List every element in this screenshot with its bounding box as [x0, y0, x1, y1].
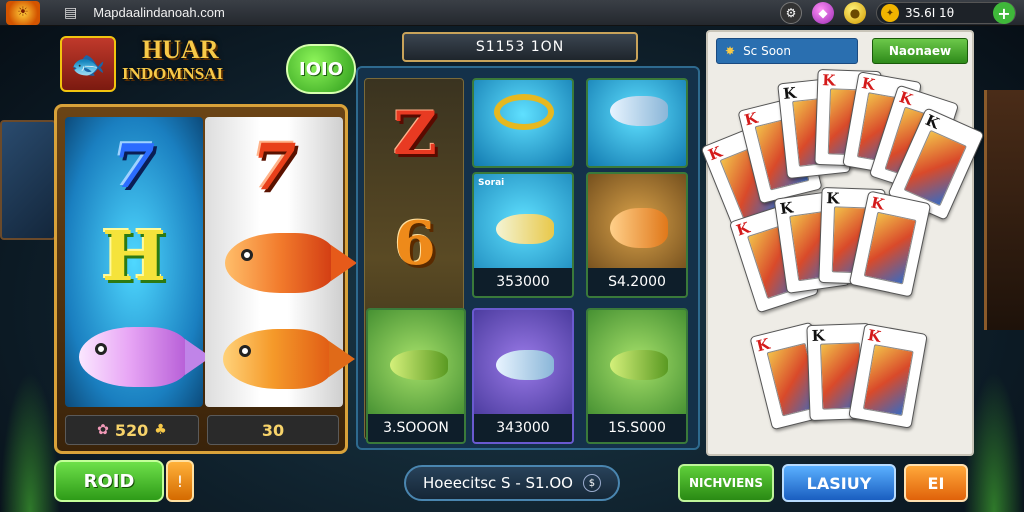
card-search-text: Sc Soon — [743, 44, 791, 58]
balance-pill: ✦ 3S.6I 1θ + — [876, 2, 1016, 24]
reel-symbol-h: H — [101, 217, 167, 297]
purple-fish-icon — [496, 350, 554, 380]
clover-icon: ♣ — [154, 422, 167, 438]
card-action-button[interactable]: Naonaew — [872, 38, 968, 64]
number-symbol-six: 6 — [394, 209, 436, 279]
settings-icon[interactable]: ⚙ — [780, 2, 802, 24]
level-badge[interactable]: IOIO — [286, 44, 356, 94]
reel-symbol-seven-red: 7 — [251, 129, 297, 205]
bet-selector[interactable]: Hoeecitsc S - S1.OO $ — [404, 465, 620, 501]
lastly-button[interactable]: LASIUY — [782, 464, 896, 502]
tile-value: S4.2000 — [588, 268, 686, 296]
sun-logo-icon[interactable]: ☀ — [6, 0, 40, 25]
tile-sorai[interactable]: Sorai 353000 — [472, 172, 574, 298]
coin-icon[interactable]: ● — [844, 2, 866, 24]
spin-button[interactable]: ROID — [54, 460, 164, 502]
flower-icon: ✿ — [97, 422, 109, 438]
tile-value: 3.SOOON — [368, 414, 464, 442]
balance-value: 3S.6I 1θ — [905, 6, 955, 20]
tile-value: 343000 — [474, 414, 572, 442]
bet-selector-label: Hoeecitsc S - S1.OO — [423, 474, 573, 492]
dollar-icon[interactable]: $ — [582, 474, 601, 492]
orange-fish-icon — [223, 329, 355, 389]
arcade-machine-right — [984, 90, 1024, 330]
tuna-icon — [610, 96, 668, 126]
gem-icon[interactable]: ◆ — [812, 2, 834, 24]
tile-value: 353000 — [474, 268, 572, 296]
top-bar: ☀ ▤ Mapdaalindanoah.com ⚙ ◆ ● ✦ 3S.6I 1θ… — [0, 0, 1024, 26]
grid-menu-icon[interactable]: ▤ — [64, 5, 77, 21]
achievements-button[interactable]: NICHVIENS — [678, 464, 774, 502]
number-symbol-z: Z — [393, 99, 437, 169]
win-counter-value: 520 — [114, 420, 149, 440]
site-url[interactable]: Mapdaalindanoah.com — [93, 5, 225, 20]
reel-symbol-seven-blue: 7 — [113, 132, 155, 202]
coin-fish-icon — [390, 350, 448, 380]
game-logo-icon[interactable]: 🐟 — [60, 36, 116, 92]
top-right-controls: ⚙ ◆ ● ✦ 3S.6I 1θ + — [780, 2, 1016, 24]
arcade-machine-left — [0, 120, 56, 240]
tile-coin-fish[interactable]: 3.SOOON — [366, 308, 466, 444]
star-icon: ✸ — [725, 44, 736, 58]
tile-value: 1S.S000 — [588, 414, 686, 442]
add-balance-button[interactable]: + — [993, 2, 1015, 24]
card-search[interactable]: ✸ Sc Soon — [716, 38, 858, 64]
bet-counter: 30 — [207, 415, 339, 445]
card-panel: ✸ Sc Soon Naonaew K K K K K K K K K K K … — [700, 30, 985, 456]
slot-machine: 7 H 7 ✿ 520 ♣ 30 — [54, 104, 357, 454]
info-button[interactable]: ! — [166, 460, 194, 502]
tile-tag: Sorai — [478, 178, 505, 188]
tile-purple-fish[interactable]: 343000 — [472, 308, 574, 444]
red-fish-icon — [225, 233, 357, 293]
fishing-fish-icon — [496, 214, 554, 244]
reel-2: 7 — [205, 117, 357, 407]
tile-green-fish[interactable]: 1S.S000 — [586, 308, 688, 444]
fish-grid: Z 6 Sorai 353000 S4.2000 3.SOOON 343000 … — [356, 66, 700, 450]
gold-bag-icon: ✦ — [881, 4, 899, 22]
jackpot-banner: S1153 1ON — [402, 32, 638, 62]
bet-counter-value: 30 — [261, 420, 285, 440]
win-counter: ✿ 520 ♣ — [65, 415, 199, 445]
game-title-line1: HUAR — [142, 35, 219, 64]
exit-button[interactable]: EI — [904, 464, 968, 502]
game-title: HUAR INDOMNSAI — [122, 35, 282, 90]
plant-left — [0, 372, 60, 512]
catfish-icon — [610, 208, 668, 248]
tile-tuna[interactable] — [586, 78, 688, 168]
game-title-line2: INDOMNSAI — [122, 64, 224, 83]
reel-1: 7 H — [65, 117, 211, 407]
green-fish-icon — [610, 350, 668, 380]
purple-fish-icon — [79, 327, 211, 387]
tile-golden-hook[interactable] — [472, 78, 574, 168]
golden-hook-icon — [494, 94, 554, 130]
tile-catfish[interactable]: S4.2000 — [586, 172, 688, 298]
